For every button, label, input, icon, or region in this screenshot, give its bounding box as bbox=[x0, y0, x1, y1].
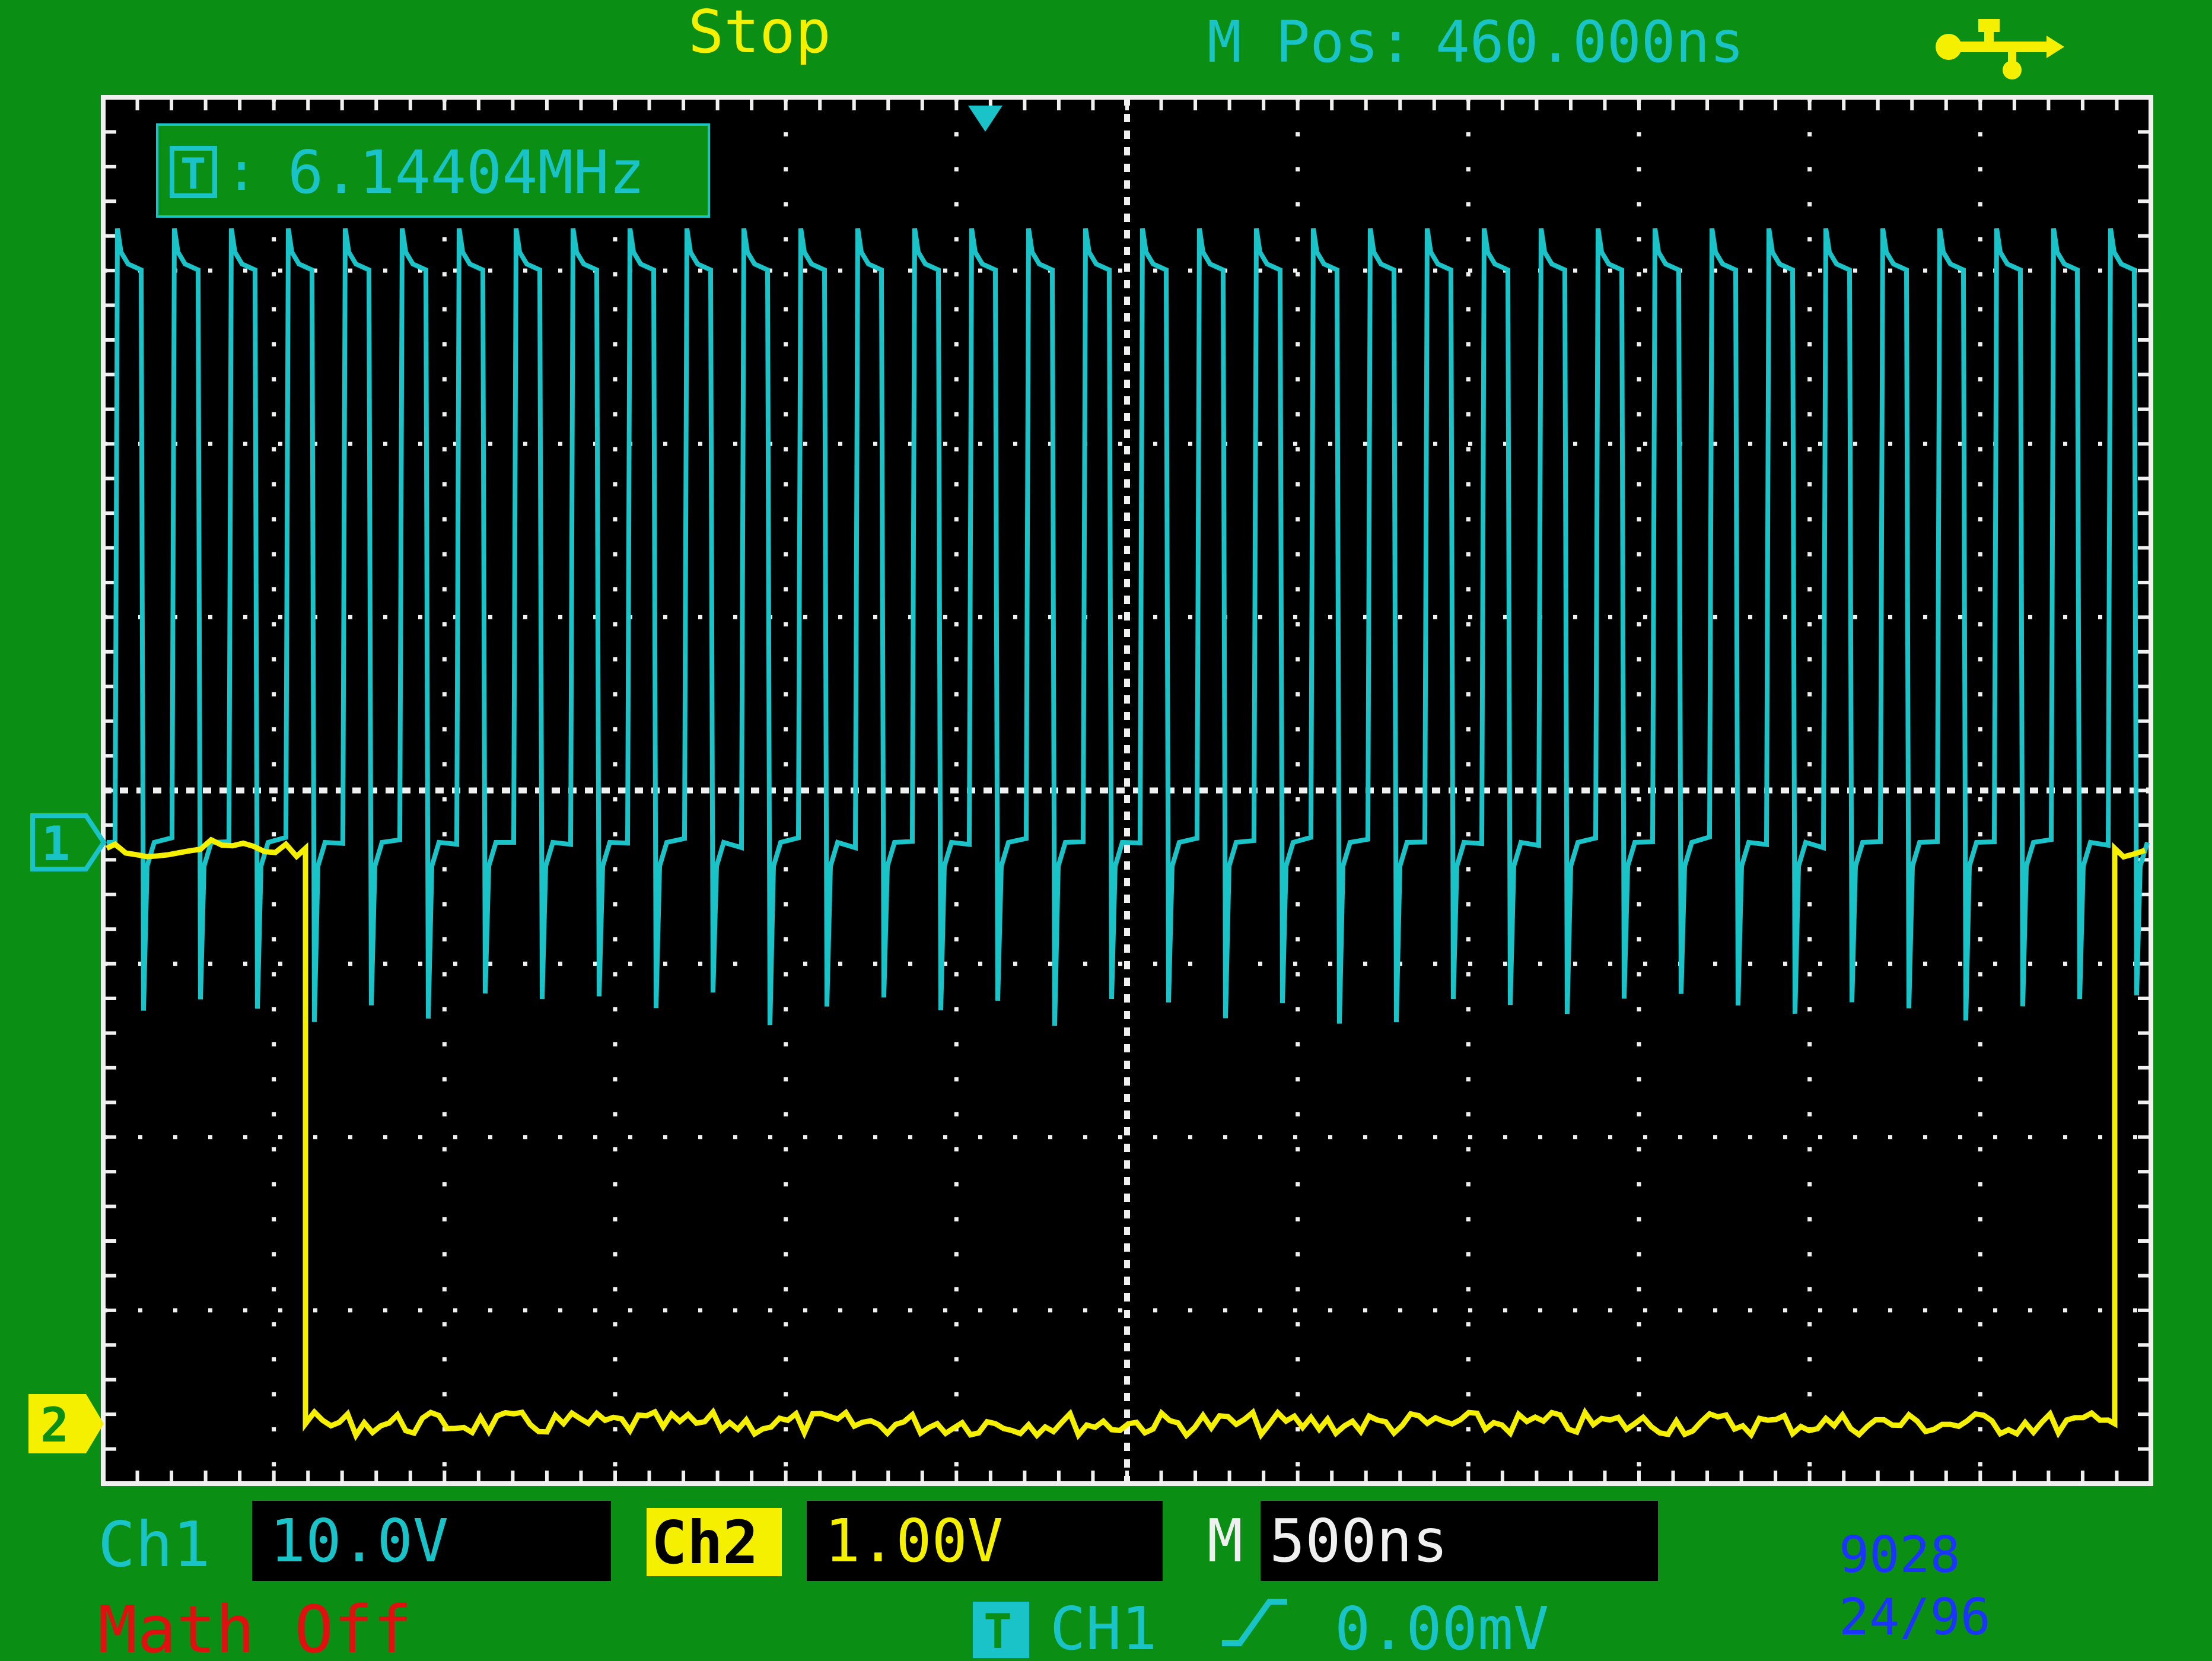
oscilloscope-display: Stop M Pos: 460.000ns T : 6.14404MHz 1 2… bbox=[0, 0, 2212, 1661]
ch2-label: Ch2 bbox=[651, 1508, 759, 1577]
svg-text::: : bbox=[225, 141, 257, 203]
svg-text:2: 2 bbox=[40, 1398, 69, 1453]
svg-text:1: 1 bbox=[42, 816, 70, 871]
oscilloscope-screen: Stop M Pos: 460.000ns T : 6.14404MHz 1 2… bbox=[0, 0, 2212, 1661]
overlay-number-1: 9028 bbox=[1839, 1526, 1960, 1584]
trigger-t-letter: T bbox=[180, 149, 206, 199]
frequency-measurement: T : 6.14404MHz bbox=[156, 123, 710, 218]
math-status: Math Off bbox=[98, 1592, 412, 1661]
ch2-scale: 1.00V bbox=[825, 1506, 1003, 1576]
timebase-label: M bbox=[1207, 1506, 1243, 1576]
frequency-value: 6.14404MHz bbox=[288, 138, 645, 207]
timebase-value: 500ns bbox=[1269, 1506, 1448, 1576]
m-pos-label: M Pos: bbox=[1207, 9, 1413, 75]
trigger-source: CH1 bbox=[1050, 1594, 1157, 1661]
overlay-number-2: 24/96 bbox=[1839, 1588, 1991, 1647]
run-state-label: Stop bbox=[688, 0, 831, 66]
trigger-level: 0.00mV bbox=[1335, 1594, 1549, 1661]
m-pos-value: 460.000ns bbox=[1436, 9, 1744, 75]
ch1-scale: 10.0V bbox=[270, 1506, 448, 1576]
ch1-label: Ch1 bbox=[98, 1509, 211, 1581]
svg-text:T: T bbox=[984, 1604, 1012, 1659]
